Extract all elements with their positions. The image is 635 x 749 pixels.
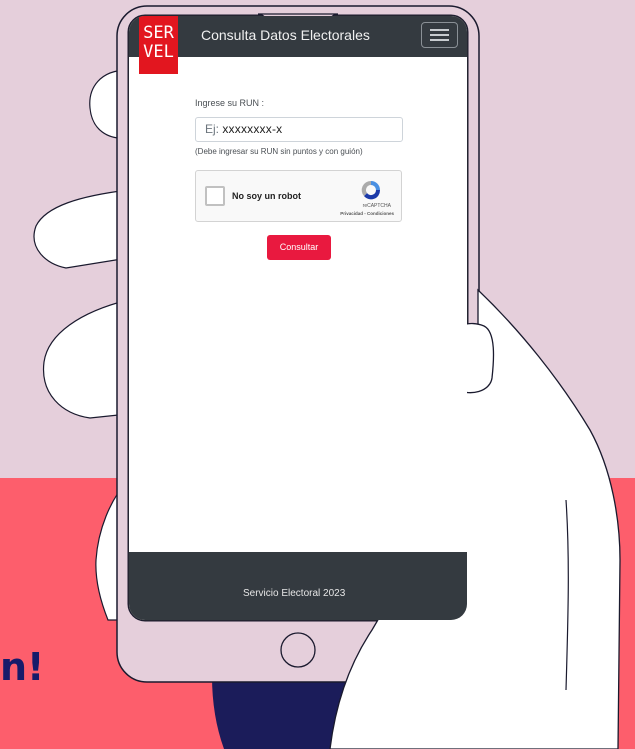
recaptcha-label: No soy un robot — [232, 191, 301, 201]
recaptcha-icon — [361, 180, 381, 200]
servel-logo[interactable]: SER VEL — [139, 16, 178, 74]
recaptcha-widget: No soy un robot reCAPTCHA Privacidad - C… — [195, 170, 402, 222]
consultar-button[interactable]: Consultar — [267, 235, 331, 260]
recaptcha-brand: reCAPTCHA — [362, 203, 391, 209]
logo-line-2: VEL — [143, 42, 174, 62]
recaptcha-checkbox[interactable] — [205, 186, 225, 206]
logo-line-1: SER — [143, 23, 174, 43]
page-title: Consulta Datos Electorales — [201, 27, 370, 43]
run-input[interactable]: Ej: xxxxxxxx-x — [195, 117, 403, 142]
run-placeholder-example: xxxxxxxx-x — [222, 122, 283, 136]
run-label: Ingrese su RUN : — [195, 98, 265, 108]
run-hint: (Debe ingresar su RUN sin puntos y con g… — [195, 147, 363, 156]
run-placeholder-prefix: Ej: — [205, 122, 220, 136]
footer-text: Servicio Electoral 2023 — [243, 588, 346, 599]
navbar: Consulta Datos Electorales — [129, 16, 467, 57]
recaptcha-links[interactable]: Privacidad - Condiciones — [340, 211, 394, 216]
footer: Servicio Electoral 2023 — [129, 552, 467, 620]
hamburger-menu-icon[interactable] — [421, 22, 458, 48]
phone-screen: Consulta Datos Electorales SER VEL Ingre… — [129, 16, 467, 620]
finger-middle — [33, 189, 129, 269]
finger-lower — [42, 299, 129, 419]
